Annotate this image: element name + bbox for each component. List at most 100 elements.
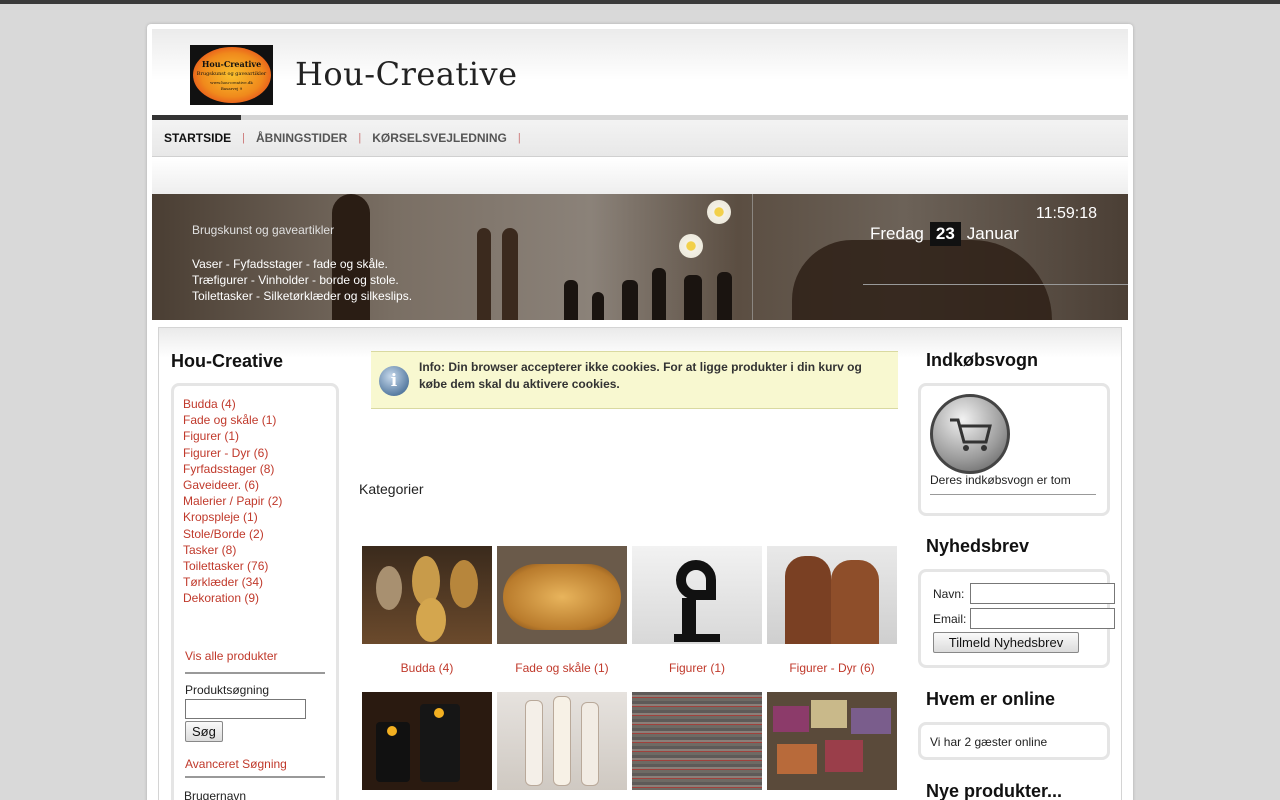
category-link[interactable]: Figurer (1) <box>183 428 282 444</box>
animal-figure-image[interactable] <box>767 546 897 644</box>
cart-title: Indkøbsvogn <box>926 350 1038 370</box>
vase-image <box>622 280 638 320</box>
category-link[interactable]: Fade og skåle (1) <box>183 412 282 428</box>
view-all-products-link[interactable]: Vis alle produkter <box>185 649 278 663</box>
main-navigation: STARTSIDE | ÅBNINGSTIDER | KØRSELSVEJLED… <box>152 115 1128 157</box>
online-title: Hvem er online <box>926 689 1056 709</box>
category-list: Budda (4) Fade og skåle (1) Figurer (1) … <box>183 396 282 607</box>
figurine-image <box>502 228 518 320</box>
nav-separator: | <box>358 132 362 144</box>
banner-subtitle: Brugskunst og gaveartikler <box>192 223 335 237</box>
category-link[interactable]: Dekoration (9) <box>183 590 282 606</box>
vase-image <box>564 280 578 320</box>
category-tile[interactable] <box>362 692 492 790</box>
cart-glyph-icon <box>950 418 992 451</box>
paper-image[interactable] <box>632 692 762 790</box>
logo-text-name: Hou-Creative <box>201 59 262 69</box>
category-tile-label[interactable]: Figurer - Dyr (6) <box>767 661 897 675</box>
site-logo[interactable]: Hou-Creative Brugskunst og gaveartikler … <box>190 45 273 105</box>
shopping-cart-icon[interactable] <box>930 394 1010 474</box>
banner-line: Vaser - Fyfadsstager - fade og skåle. <box>192 257 388 271</box>
category-tile[interactable]: Budda (4) <box>362 546 492 675</box>
username-label: Brugernavn <box>184 789 247 800</box>
name-label: Navn: <box>933 587 965 601</box>
category-tile[interactable] <box>767 692 897 790</box>
info-icon: i <box>379 366 409 396</box>
category-link[interactable]: Figurer - Dyr (6) <box>183 445 282 461</box>
logo-text-url: www.hou-creative.dk <box>210 80 253 85</box>
date-month: Januar <box>966 224 1019 243</box>
email-label: Email: <box>933 612 967 626</box>
logo-text-tagline: Brugskunst og gaveartikler <box>196 71 267 77</box>
newsletter-email-input[interactable] <box>970 608 1115 629</box>
category-tile[interactable]: Fade og skåle (1) <box>497 546 627 675</box>
banner-rule <box>863 284 1128 285</box>
new-products-title: Nye produkter... <box>926 781 1063 800</box>
nav-item-aabningstider[interactable]: ÅBNINGSTIDER <box>256 131 347 145</box>
figure-image[interactable] <box>632 546 762 644</box>
category-link[interactable]: Gaveideer. (6) <box>183 477 282 493</box>
divider <box>185 672 325 674</box>
date-weekday: Fredag <box>870 224 924 243</box>
candle-holder-image[interactable] <box>362 692 492 790</box>
search-button[interactable]: Søg <box>185 721 223 742</box>
date-day: 23 <box>929 222 961 246</box>
category-tile[interactable] <box>632 692 762 790</box>
category-tile[interactable]: Figurer (1) <box>632 546 762 675</box>
category-tile-label[interactable]: Fade og skåle (1) <box>497 661 627 675</box>
date-display: Fredag 23 Januar <box>870 222 1019 246</box>
newsletter-title: Nyhedsbrev <box>926 536 1030 556</box>
category-tile-label[interactable]: Budda (4) <box>362 661 492 675</box>
flower-image <box>679 234 703 258</box>
category-link[interactable]: Tasker (8) <box>183 542 282 558</box>
bowl-image[interactable] <box>497 546 627 644</box>
product-search-input[interactable] <box>185 699 306 719</box>
vase-image <box>717 272 732 320</box>
categories-heading: Kategorier <box>359 481 424 497</box>
site-title: Hou-Creative <box>295 55 518 93</box>
nav-item-startside[interactable]: STARTSIDE <box>164 131 231 145</box>
category-link[interactable]: Budda (4) <box>183 396 282 412</box>
cart-empty-text: Deres indkøbsvogn er tom <box>930 473 1071 487</box>
nav-item-koerselsvejledning[interactable]: KØRSELSVEJLEDNING <box>372 131 507 145</box>
bags-image[interactable] <box>767 692 897 790</box>
vase-image <box>592 292 604 320</box>
body-care-image[interactable] <box>497 692 627 790</box>
logo-badge: Hou-Creative Brugskunst og gaveartikler … <box>192 47 271 103</box>
page-wrapper: Hou-Creative Brugskunst og gaveartikler … <box>147 24 1133 800</box>
category-tile[interactable] <box>497 692 627 790</box>
subscribe-button[interactable]: Tilmeld Nyhedsbrev <box>933 632 1079 653</box>
banner-divider <box>752 194 753 320</box>
vase-image <box>684 275 702 320</box>
cookie-info-text: Info: Din browser accepterer ikke cookie… <box>419 360 862 391</box>
budda-image[interactable] <box>362 546 492 644</box>
product-search-label: Produktsøgning <box>185 683 270 697</box>
newsletter-name-input[interactable] <box>970 583 1115 604</box>
header-banner: Brugskunst og gaveartikler Vaser - Fyfad… <box>152 194 1128 320</box>
cookie-info-box: i Info: Din browser accepterer ikke cook… <box>371 351 898 409</box>
category-link[interactable]: Malerier / Papir (2) <box>183 493 282 509</box>
flower-image <box>707 200 731 224</box>
category-tile-label[interactable]: Figurer (1) <box>632 661 762 675</box>
bull-sculpture-image <box>792 240 1052 320</box>
banner-line: Træfigurer - Vinholder - borde og stole. <box>192 273 399 287</box>
banner-line: Toilettasker - Silketørklæder og silkesl… <box>192 289 413 303</box>
category-link[interactable]: Fyrfadsstager (8) <box>183 461 282 477</box>
category-tile[interactable]: Figurer - Dyr (6) <box>767 546 897 675</box>
header: Hou-Creative Brugskunst og gaveartikler … <box>152 29 1128 115</box>
top-border <box>0 0 1280 4</box>
left-column: Hou-Creative <box>171 351 341 372</box>
sub-bar <box>152 158 1128 194</box>
category-link[interactable]: Kropspleje (1) <box>183 509 282 525</box>
category-link[interactable]: Tørklæder (34) <box>183 574 282 590</box>
category-link[interactable]: Toilettasker (76) <box>183 558 282 574</box>
divider <box>930 494 1096 495</box>
advanced-search-link[interactable]: Avanceret Søgning <box>185 757 287 771</box>
online-box: Vi har 2 gæster online <box>918 722 1110 760</box>
category-link[interactable]: Stole/Borde (2) <box>183 526 282 542</box>
logo-text-address: Basarvej 9 <box>220 86 243 91</box>
nav-separator: | <box>242 132 245 144</box>
vase-image <box>652 268 666 320</box>
cart-box: Deres indkøbsvogn er tom <box>918 383 1110 516</box>
newsletter-box: Navn: Email: Tilmeld Nyhedsbrev <box>918 569 1115 668</box>
